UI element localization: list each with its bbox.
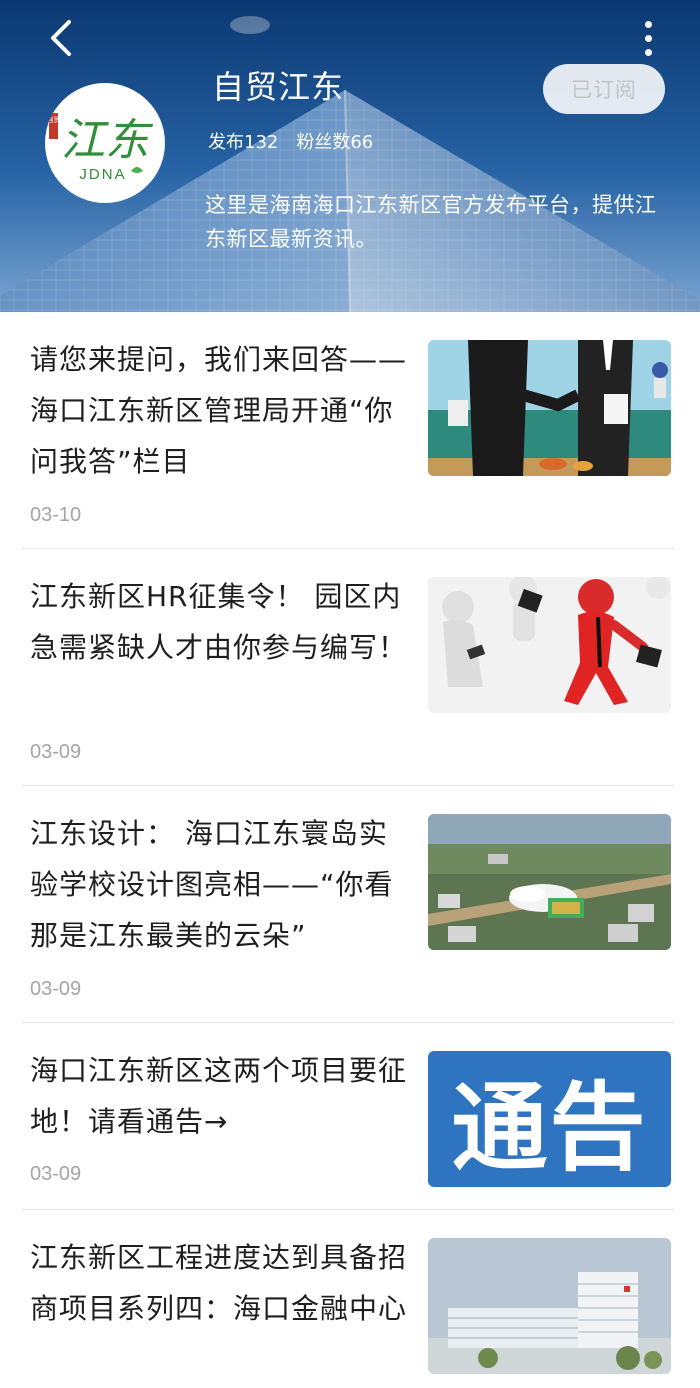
- building-render: [428, 1238, 671, 1374]
- article-date: 03-09: [30, 741, 82, 763]
- logo-chinese-text: 江东: [61, 115, 154, 166]
- list-item[interactable]: 江东新区工程进度达到具备招商项目系列四：海口金融中心: [0, 1210, 700, 1388]
- channel-header: 自贸 江东 JDNA 自贸江东 发布132 粉丝数66 已订阅 这里是海南海口江…: [0, 0, 700, 312]
- fans-count: 粉丝数66: [296, 132, 374, 153]
- article-date: 03-09: [30, 1163, 82, 1185]
- posts-count: 发布132: [208, 132, 279, 153]
- channel-stats: 发布132 粉丝数66: [208, 128, 373, 154]
- dot-icon: [644, 34, 652, 42]
- notice-banner-text: 通告: [451, 1070, 648, 1184]
- channel-avatar[interactable]: 自贸 江东 JDNA: [45, 83, 165, 203]
- list-item[interactable]: 请您来提问，我们来回答——海口江东新区管理局开通“你问我答”栏目 03-10: [0, 312, 700, 549]
- article-thumbnail[interactable]: [428, 814, 671, 950]
- list-item[interactable]: 江东设计： 海口江东寰岛实验学校设计图亮相——“你看 那是江东最美的云朵” 03…: [0, 786, 700, 1023]
- article-title: 江东新区工程进度达到具备招商项目系列四：海口金融中心: [30, 1241, 408, 1325]
- channel-title: 自贸江东: [212, 68, 345, 106]
- article-title: 江东设计： 海口江东寰岛实验学校设计图亮相——“你看 那是江东最美的云朵”: [30, 817, 394, 952]
- more-options-button[interactable]: [632, 14, 664, 62]
- dot-icon: [644, 20, 652, 28]
- article-title: 请您来提问，我们来回答——海口江东新区管理局开通“你问我答”栏目: [30, 343, 408, 478]
- channel-description: 这里是海南海口江东新区官方发布平台，提供江东新区最新资讯。: [205, 193, 657, 251]
- subscribed-button[interactable]: 已订阅: [543, 64, 665, 114]
- handshake-illustration: [428, 340, 671, 476]
- article-title: 海口江东新区这两个项目要征地！请看通告→: [30, 1054, 408, 1138]
- article-date: 03-09: [30, 978, 82, 1000]
- jdna-logo: 自贸 江东 JDNA: [47, 113, 154, 183]
- article-thumbnail[interactable]: [428, 1238, 671, 1374]
- running-figures-illustration: [428, 577, 671, 713]
- list-item[interactable]: 海口江东新区这两个项目要征地！请看通告→ 03-09 通告: [0, 1023, 700, 1210]
- chevron-left-icon: [51, 20, 71, 56]
- article-thumbnail[interactable]: [428, 577, 671, 713]
- logo-latin-text: JDNA: [79, 166, 126, 183]
- dot-icon: [644, 48, 652, 56]
- article-thumbnail[interactable]: 通告: [428, 1051, 671, 1187]
- list-item[interactable]: 江东新区HR征集令！ 园区内急需紧缺人才由你参与编写！ 03-09: [0, 549, 700, 786]
- school-aerial-render: [428, 814, 671, 950]
- back-button[interactable]: [36, 14, 84, 62]
- article-thumbnail[interactable]: [428, 340, 671, 476]
- article-title: 江东新区HR征集令！ 园区内急需紧缺人才由你参与编写！: [30, 580, 408, 664]
- article-date: 03-10: [30, 504, 82, 526]
